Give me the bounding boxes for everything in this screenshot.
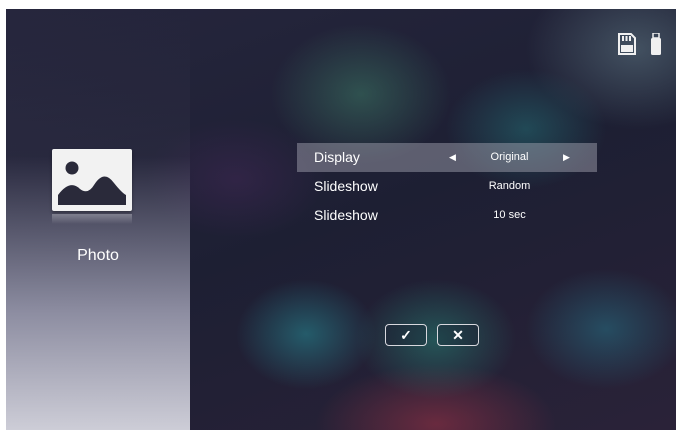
menu-row-slideshow-mode[interactable]: Slideshow Random [297, 172, 597, 201]
projector-screen: Photo Display ◀ Original ▶ Slideshow Ran… [6, 9, 676, 430]
arrow-left-icon[interactable]: ◀ [449, 152, 456, 163]
photo-icon[interactable] [52, 149, 132, 211]
source-label: Photo [77, 247, 119, 264]
source-panel: Photo [6, 9, 190, 430]
menu-row-value: 10 sec [493, 209, 526, 221]
menu-row-label: Slideshow [314, 207, 378, 223]
menu-row-slideshow-interval[interactable]: Slideshow 10 sec [297, 201, 597, 230]
menu-row-value: Original [490, 151, 529, 163]
status-icons [618, 32, 662, 60]
photo-icon-reflection [52, 214, 132, 224]
menu-row-label: Display [314, 149, 360, 165]
usb-drive-icon [650, 32, 662, 60]
check-icon: ✓ [400, 326, 412, 343]
menu-row-label: Slideshow [314, 178, 378, 194]
photo-settings-menu: Display ◀ Original ▶ Slideshow Random Sl… [297, 143, 597, 230]
close-icon: ✕ [452, 326, 464, 343]
menu-row-display[interactable]: Display ◀ Original ▶ [297, 143, 597, 172]
cancel-button[interactable]: ✕ [437, 324, 479, 346]
confirm-button[interactable]: ✓ [385, 324, 427, 346]
arrow-right-icon[interactable]: ▶ [563, 152, 570, 163]
menu-row-value: Random [488, 180, 531, 192]
sd-card-icon [618, 33, 636, 60]
dialog-buttons: ✓ ✕ [385, 324, 479, 346]
